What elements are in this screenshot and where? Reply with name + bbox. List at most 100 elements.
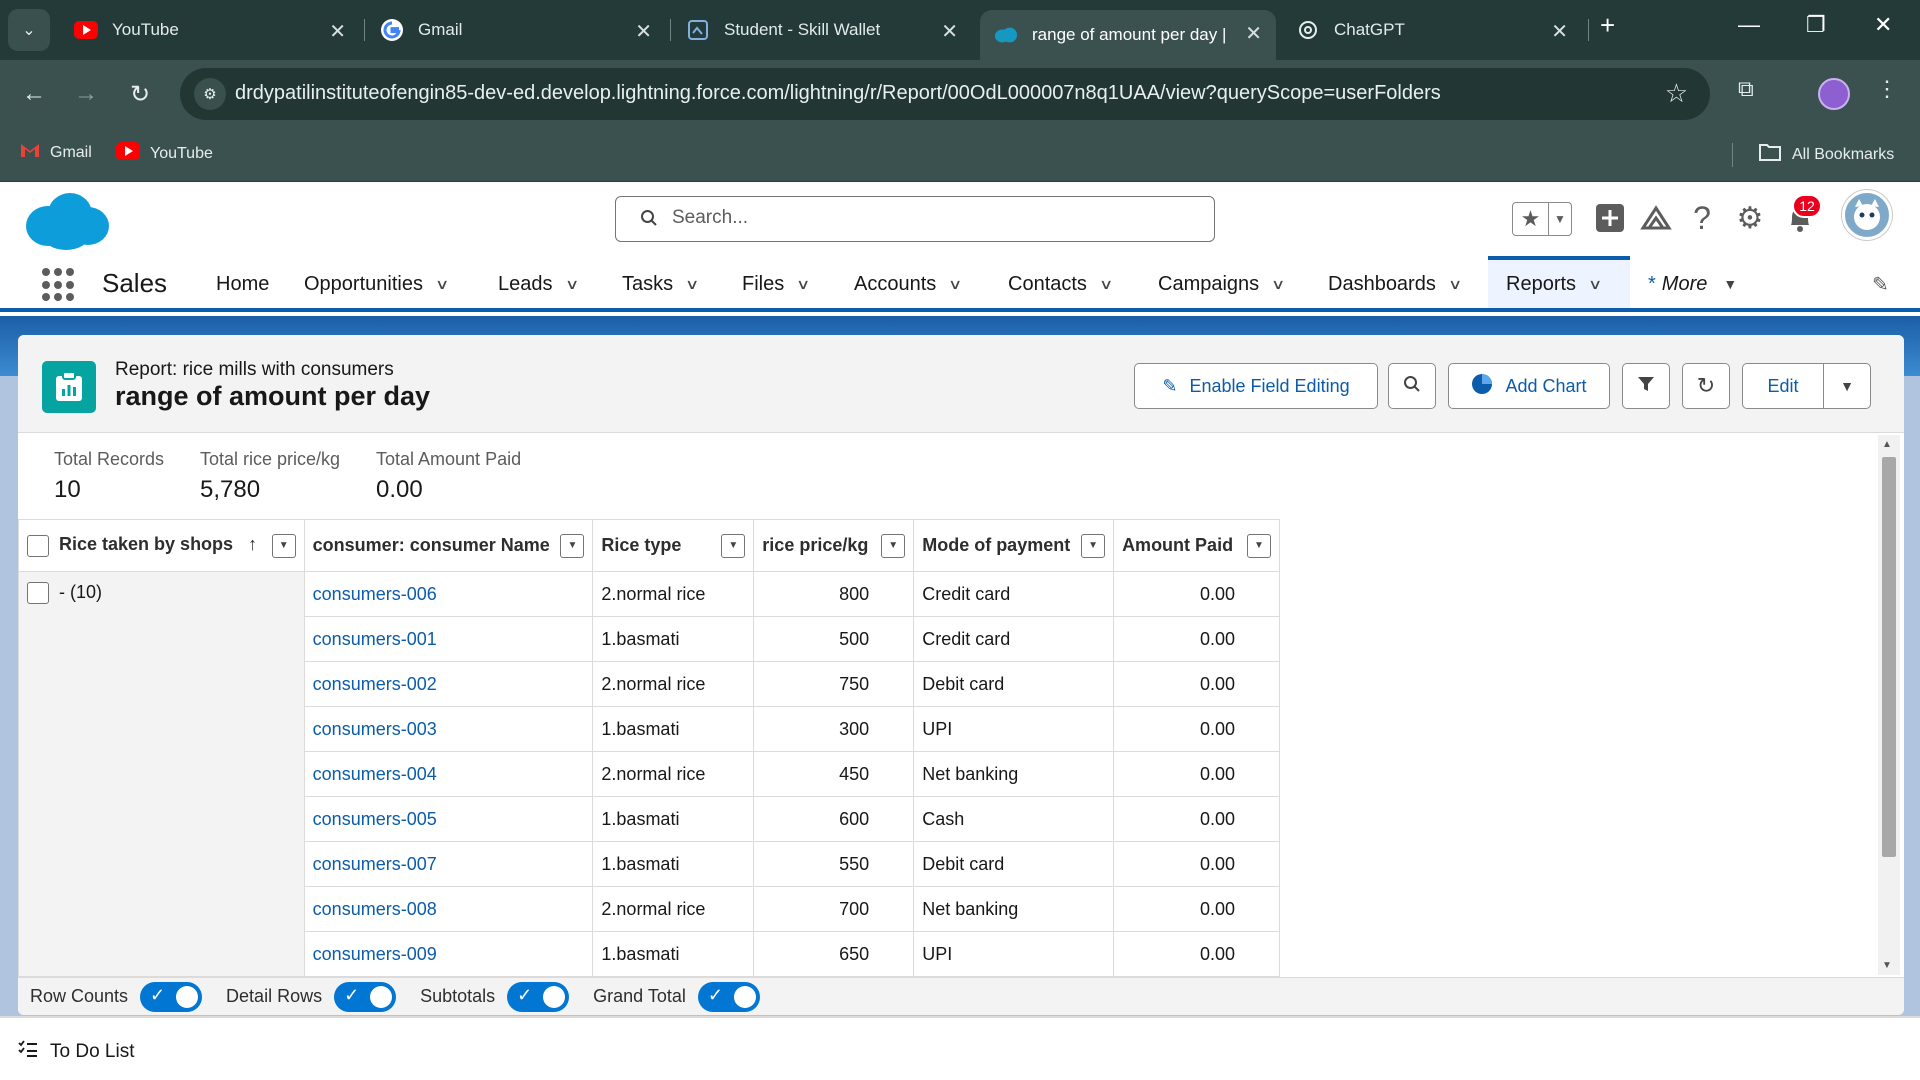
- column-header-rice-type[interactable]: Rice type ▼: [592, 519, 755, 572]
- tab-search-button[interactable]: ⌄: [8, 9, 50, 51]
- setup-gear-icon[interactable]: ⚙: [1730, 198, 1770, 238]
- forward-button[interactable]: →: [66, 74, 106, 114]
- help-icon[interactable]: ?: [1682, 198, 1722, 238]
- chevron-down-icon[interactable]: ∨: [948, 276, 962, 293]
- column-menu-button[interactable]: ▼: [721, 533, 746, 558]
- grand-total-toggle[interactable]: ✓: [697, 981, 760, 1012]
- chevron-down-icon[interactable]: ∨: [435, 276, 449, 293]
- column-header-mode-of-payment[interactable]: Mode of payment ▼: [913, 519, 1115, 572]
- nav-item-campaigns[interactable]: Campaigns ∨: [1158, 256, 1285, 312]
- tab-skill-wallet[interactable]: Student - Skill Wallet ✕: [672, 8, 972, 52]
- detail-rows-toggle[interactable]: ✓: [334, 981, 397, 1012]
- chevron-down-icon[interactable]: ▼: [1723, 276, 1737, 292]
- refresh-button[interactable]: ↻: [1682, 363, 1730, 409]
- enable-field-editing-button[interactable]: ✎ Enable Field Editing: [1134, 363, 1378, 409]
- nav-item-reports[interactable]: Reports ∨: [1488, 256, 1630, 308]
- salesforce-logo[interactable]: [22, 190, 112, 252]
- vertical-scrollbar[interactable]: ▲ ▼: [1878, 435, 1900, 975]
- extensions-icon[interactable]: ⧉: [1738, 76, 1754, 102]
- sort-arrow-icon[interactable]: ↑: [248, 534, 257, 554]
- profile-avatar[interactable]: [1818, 78, 1850, 110]
- column-header-rice-taken[interactable]: Rice taken by shops ↑ ▼: [18, 519, 305, 572]
- chevron-down-icon[interactable]: ∨: [796, 276, 810, 293]
- scroll-down-icon[interactable]: ▼: [1882, 960, 1892, 971]
- column-header-amount-paid[interactable]: Amount Paid ▼: [1113, 519, 1280, 572]
- tab-gmail[interactable]: Gmail ✕: [366, 8, 666, 52]
- address-bar[interactable]: ⚙ drdypatilinstituteofengin85-dev-ed.dev…: [180, 68, 1710, 120]
- chevron-down-icon[interactable]: ∨: [1448, 276, 1462, 293]
- consumer-name-link[interactable]: consumers-006: [303, 571, 594, 617]
- consumer-name-link[interactable]: consumers-002: [303, 661, 594, 707]
- bookmark-youtube[interactable]: YouTube: [116, 142, 213, 165]
- app-launcher-icon[interactable]: [42, 268, 76, 302]
- search-report-button[interactable]: [1388, 363, 1436, 409]
- column-menu-button[interactable]: ▼: [560, 533, 585, 558]
- user-avatar[interactable]: [1842, 190, 1892, 240]
- to-do-list-button[interactable]: To Do List: [18, 1040, 134, 1063]
- minimize-icon[interactable]: —: [1738, 12, 1760, 38]
- column-menu-button[interactable]: ▼: [1081, 533, 1106, 558]
- close-icon[interactable]: ✕: [941, 19, 958, 44]
- favorites-star-icon[interactable]: ★: [1513, 203, 1549, 235]
- chevron-down-icon[interactable]: ∨: [564, 276, 578, 293]
- consumer-name-link[interactable]: consumers-005: [303, 796, 594, 842]
- close-icon[interactable]: ✕: [329, 19, 346, 44]
- global-actions-icon[interactable]: [1590, 198, 1630, 238]
- close-icon[interactable]: ✕: [1551, 19, 1568, 44]
- group-checkbox[interactable]: [27, 582, 49, 605]
- column-menu-button[interactable]: ▼: [881, 533, 906, 558]
- close-window-icon[interactable]: ✕: [1874, 12, 1892, 38]
- consumer-name-link[interactable]: consumers-004: [303, 751, 594, 797]
- consumer-name-link[interactable]: consumers-003: [303, 706, 594, 752]
- edit-nav-pencil-icon[interactable]: ✎: [1872, 272, 1889, 297]
- url-text[interactable]: drdypatilinstituteofengin85-dev-ed.devel…: [235, 82, 1441, 105]
- browser-menu-icon[interactable]: ⋮: [1876, 76, 1898, 102]
- edit-report-button[interactable]: Edit: [1742, 363, 1824, 409]
- restore-icon[interactable]: ❐: [1806, 12, 1826, 38]
- chevron-down-icon[interactable]: ▼: [1549, 203, 1571, 235]
- row-counts-toggle[interactable]: ✓: [140, 981, 203, 1012]
- nav-item-accounts[interactable]: Accounts ∨: [854, 256, 963, 312]
- trailhead-icon[interactable]: [1636, 198, 1676, 238]
- reload-button[interactable]: ↻: [120, 74, 160, 114]
- tab-report-active[interactable]: range of amount per day | S ✕: [980, 10, 1276, 60]
- subtotals-toggle[interactable]: ✓: [507, 981, 570, 1012]
- select-all-checkbox[interactable]: [27, 534, 49, 557]
- nav-item-tasks[interactable]: Tasks ∨: [622, 256, 699, 312]
- bookmark-gmail[interactable]: Gmail: [20, 142, 92, 163]
- scrollbar-thumb[interactable]: [1882, 457, 1896, 857]
- nav-item-opportunities[interactable]: Opportunities ∨: [304, 256, 449, 312]
- nav-item-files[interactable]: Files ∨: [742, 256, 811, 312]
- all-bookmarks-button[interactable]: All Bookmarks: [1758, 142, 1894, 167]
- close-icon[interactable]: ✕: [635, 19, 652, 44]
- add-chart-button[interactable]: Add Chart: [1448, 363, 1610, 409]
- favorites-button[interactable]: ★ ▼: [1512, 202, 1572, 236]
- chevron-down-icon[interactable]: ∨: [1271, 276, 1285, 293]
- edit-menu-button[interactable]: ▼: [1823, 363, 1871, 409]
- column-menu-button[interactable]: ▼: [1247, 533, 1271, 558]
- nav-item-dashboards[interactable]: Dashboards ∨: [1328, 256, 1462, 312]
- nav-item-more[interactable]: * More ▼: [1648, 256, 1737, 312]
- nav-item-contacts[interactable]: Contacts ∨: [1008, 256, 1113, 312]
- scroll-up-icon[interactable]: ▲: [1882, 439, 1892, 450]
- column-header-consumer-name[interactable]: consumer: consumer Name ▼: [303, 519, 594, 572]
- consumer-name-link[interactable]: consumers-007: [303, 841, 594, 887]
- consumer-name-link[interactable]: consumers-008: [303, 886, 594, 932]
- close-icon[interactable]: ✕: [1245, 21, 1262, 46]
- site-info-icon[interactable]: ⚙: [194, 78, 226, 110]
- chevron-down-icon[interactable]: ∨: [1099, 276, 1113, 293]
- chevron-down-icon[interactable]: ∨: [1588, 276, 1602, 293]
- search-input[interactable]: [672, 207, 1172, 229]
- nav-item-home[interactable]: Home: [216, 256, 269, 312]
- global-search-box[interactable]: [615, 196, 1215, 242]
- column-header-rice-price[interactable]: rice price/kg ▼: [753, 519, 915, 572]
- back-button[interactable]: ←: [14, 74, 54, 114]
- tab-chatgpt[interactable]: ChatGPT ✕: [1282, 8, 1582, 52]
- new-tab-button[interactable]: +: [1600, 10, 1615, 41]
- tab-youtube[interactable]: YouTube ✕: [60, 8, 360, 52]
- column-menu-button[interactable]: ▼: [271, 533, 296, 558]
- consumer-name-link[interactable]: consumers-001: [303, 616, 594, 662]
- chevron-down-icon[interactable]: ∨: [685, 276, 699, 293]
- filter-button[interactable]: [1622, 363, 1670, 409]
- consumer-name-link[interactable]: consumers-009: [303, 931, 594, 977]
